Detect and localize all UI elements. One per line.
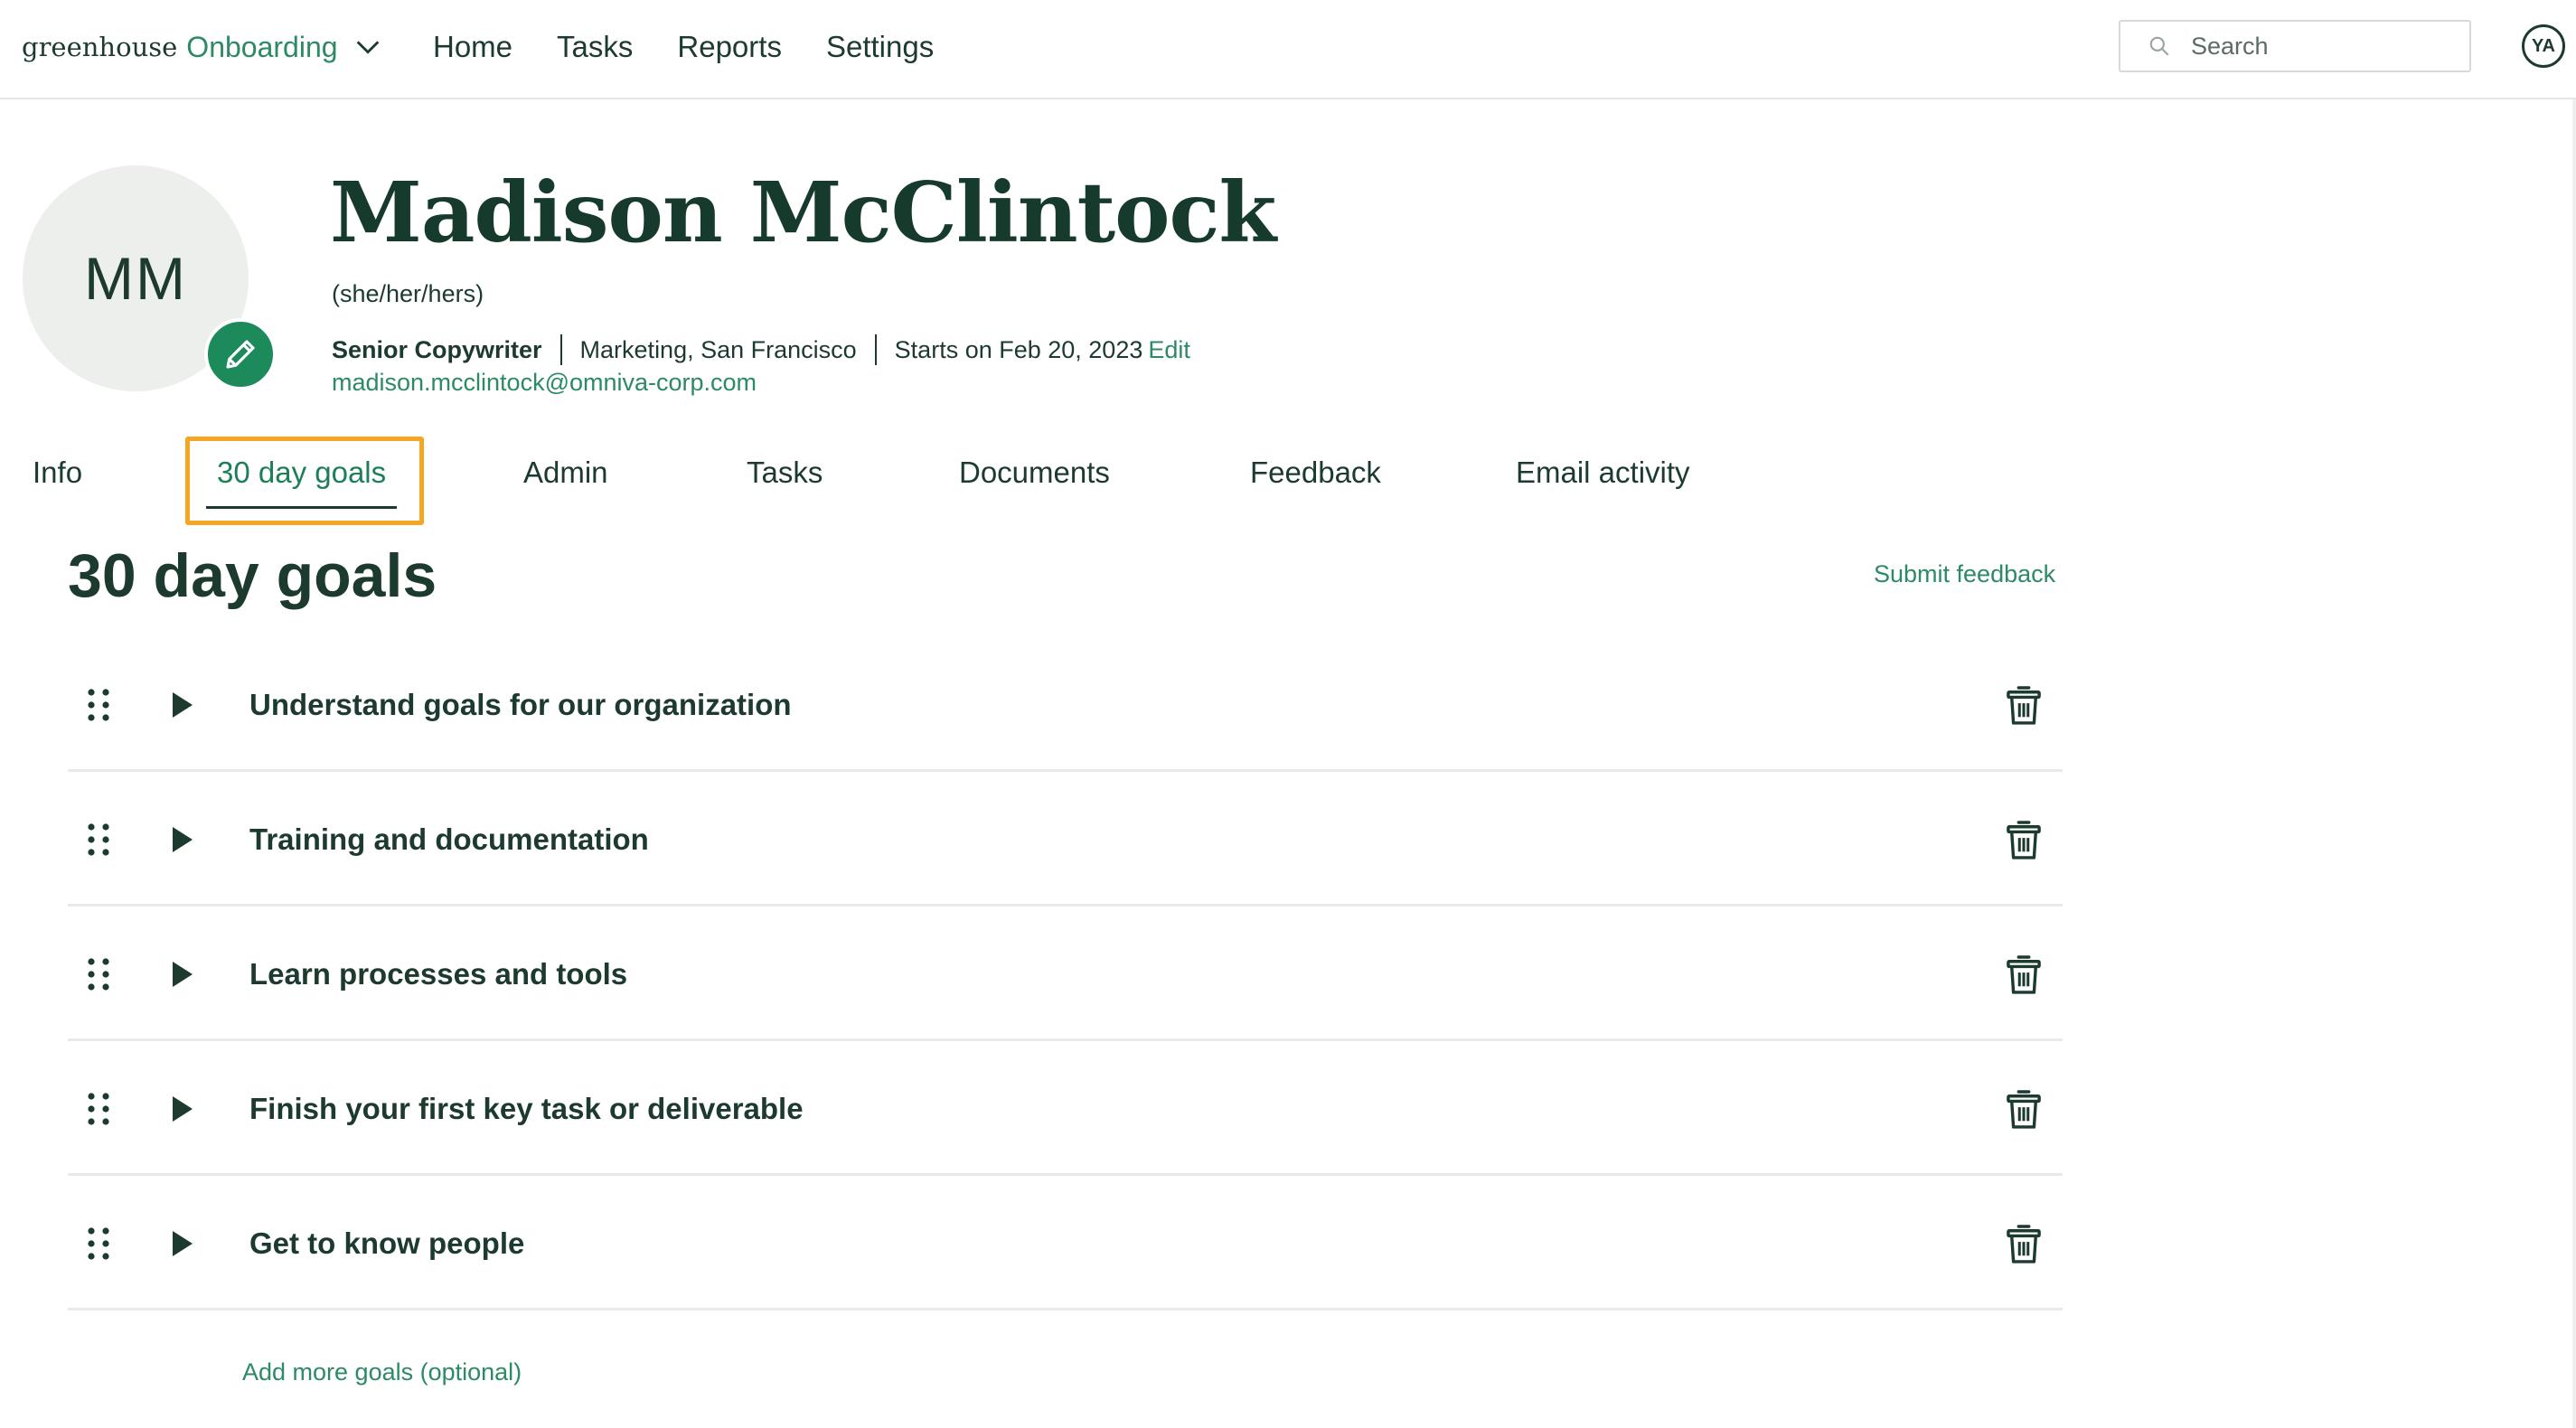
main-nav: Home Tasks Reports Settings xyxy=(433,27,978,67)
brand-menu[interactable]: greenhouse Onboarding xyxy=(22,20,383,74)
goal-title: Get to know people xyxy=(249,1226,525,1260)
nav-settings[interactable]: Settings xyxy=(826,27,934,67)
tab-admin[interactable]: Admin xyxy=(523,438,608,507)
edit-start-date-link[interactable]: Edit xyxy=(1148,336,1190,364)
tab-label: Admin xyxy=(523,456,608,489)
meta-divider xyxy=(874,334,877,365)
trash-icon[interactable] xyxy=(2007,684,2041,726)
trash-icon[interactable] xyxy=(2007,819,2041,860)
caret-right-icon[interactable] xyxy=(171,692,193,718)
section-title: 30 day goals xyxy=(68,541,437,610)
employee-email[interactable]: madison.mcclintock@omniva-corp.com xyxy=(332,369,757,397)
tab-30-day-goals[interactable]: 30 day goals xyxy=(206,438,398,509)
goal-title: Finish your first key task or deliverabl… xyxy=(249,1092,804,1125)
employee-name: Madison McClintock xyxy=(330,164,1276,261)
tab-label: Info xyxy=(33,456,83,489)
tab-label: Email activity xyxy=(1516,456,1690,489)
tab-feedback[interactable]: Feedback xyxy=(1250,438,1381,507)
nav-reports[interactable]: Reports xyxy=(677,27,782,67)
trash-icon[interactable] xyxy=(2007,1088,2041,1130)
goal-title: Understand goals for our organization xyxy=(249,688,792,721)
goal-row: Finish your first key task or deliverabl… xyxy=(68,1041,2063,1176)
trash-icon[interactable] xyxy=(2007,954,2041,995)
goal-row: Training and documentation xyxy=(68,772,2063,907)
nav-tasks[interactable]: Tasks xyxy=(557,27,633,67)
job-title: Senior Copywriter xyxy=(332,335,542,363)
pencil-icon xyxy=(226,340,255,369)
tab-email-activity[interactable]: Email activity xyxy=(1516,438,1690,507)
profile-tabs: Info 30 day goals Admin Tasks Documents … xyxy=(0,438,1808,529)
drag-handle-icon[interactable] xyxy=(86,823,111,856)
edit-photo-button[interactable] xyxy=(204,318,277,390)
drag-handle-icon[interactable] xyxy=(86,958,111,991)
goal-row: Learn processes and tools xyxy=(68,907,2063,1041)
drag-handle-icon[interactable] xyxy=(86,1093,111,1125)
search-icon xyxy=(2149,36,2169,56)
profile-initials: MM xyxy=(84,245,187,312)
tab-label: Tasks xyxy=(747,456,823,489)
tab-documents[interactable]: Documents xyxy=(959,438,1110,507)
goal-title: Learn processes and tools xyxy=(249,957,628,991)
trash-icon[interactable] xyxy=(2007,1223,2041,1264)
user-avatar[interactable]: YA xyxy=(2522,24,2565,68)
caret-right-icon[interactable] xyxy=(171,962,193,987)
nav-home[interactable]: Home xyxy=(433,27,512,67)
department-location: Marketing, San Francisco xyxy=(579,335,857,363)
start-date: Starts on Feb 20, 2023 xyxy=(894,335,1143,363)
meta-divider xyxy=(559,334,562,365)
goal-row: Get to know people xyxy=(68,1176,2063,1311)
scrollbar-track[interactable] xyxy=(2572,99,2576,1428)
app-page: greenhouse Onboarding Home Tasks Reports… xyxy=(0,0,2576,1428)
tab-label: Feedback xyxy=(1250,456,1381,489)
tab-info[interactable]: Info xyxy=(33,438,82,507)
chevron-down-icon[interactable] xyxy=(353,32,383,62)
tab-tasks[interactable]: Tasks xyxy=(747,438,823,507)
caret-right-icon[interactable] xyxy=(171,1096,193,1122)
search-box[interactable] xyxy=(2119,20,2471,72)
drag-handle-icon[interactable] xyxy=(86,1227,111,1260)
tab-label: Documents xyxy=(959,456,1110,489)
tab-label: 30 day goals xyxy=(217,456,387,489)
employee-meta: Senior Copywriter Marketing, San Francis… xyxy=(332,334,1190,365)
add-more-goals-link[interactable]: Add more goals (optional) xyxy=(242,1358,522,1386)
caret-right-icon[interactable] xyxy=(171,827,193,852)
caret-right-icon[interactable] xyxy=(171,1231,193,1256)
drag-handle-icon[interactable] xyxy=(86,689,111,721)
brand-product-name: Onboarding xyxy=(186,30,338,63)
submit-feedback-link[interactable]: Submit feedback xyxy=(1874,560,2055,588)
goal-title: Training and documentation xyxy=(249,822,649,856)
search-input[interactable] xyxy=(2191,32,2462,61)
pronouns: (she/her/hers) xyxy=(332,280,484,307)
top-navigation-bar: greenhouse Onboarding Home Tasks Reports… xyxy=(0,0,2576,99)
goal-row: Understand goals for our organization xyxy=(68,637,2063,772)
goal-list: Understand goals for our organization Tr… xyxy=(68,637,2063,1311)
brand-logo-text: greenhouse xyxy=(22,32,178,62)
active-tab-underline xyxy=(206,506,398,509)
